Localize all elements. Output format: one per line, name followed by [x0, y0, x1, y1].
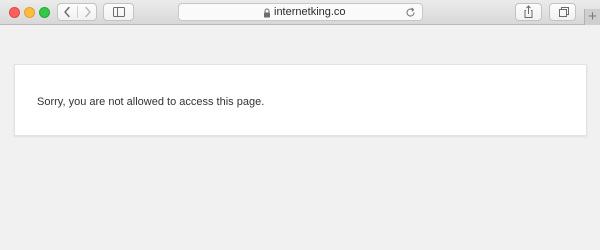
access-denied-message: Sorry, you are not allowed to access thi… — [37, 96, 265, 108]
chevron-right-icon — [85, 6, 91, 18]
window-close-button[interactable] — [9, 7, 20, 18]
page-content: Sorry, you are not allowed to access thi… — [0, 25, 600, 250]
plus-icon: + — [588, 8, 597, 25]
new-tab-button[interactable]: + — [584, 9, 600, 26]
chevron-left-icon — [64, 6, 70, 18]
url-text: internetking.co — [274, 6, 346, 18]
browser-toolbar: internetking.co + — [0, 0, 600, 26]
lock-icon — [264, 8, 270, 18]
share-icon — [524, 5, 533, 18]
window-maximize-button[interactable] — [39, 7, 50, 18]
sidebar-icon — [113, 7, 125, 17]
address-bar[interactable]: internetking.co — [178, 3, 423, 21]
tabs-icon — [559, 7, 569, 17]
show-tabs-button[interactable] — [549, 3, 576, 21]
message-card: Sorry, you are not allowed to access thi… — [14, 64, 587, 136]
back-button[interactable] — [58, 4, 77, 20]
window-minimize-button[interactable] — [24, 7, 35, 18]
reload-icon[interactable] — [405, 7, 416, 18]
share-button[interactable] — [515, 3, 542, 21]
sidebar-toggle-button[interactable] — [103, 3, 134, 21]
navigation-buttons — [57, 3, 97, 21]
forward-button[interactable] — [78, 4, 97, 20]
